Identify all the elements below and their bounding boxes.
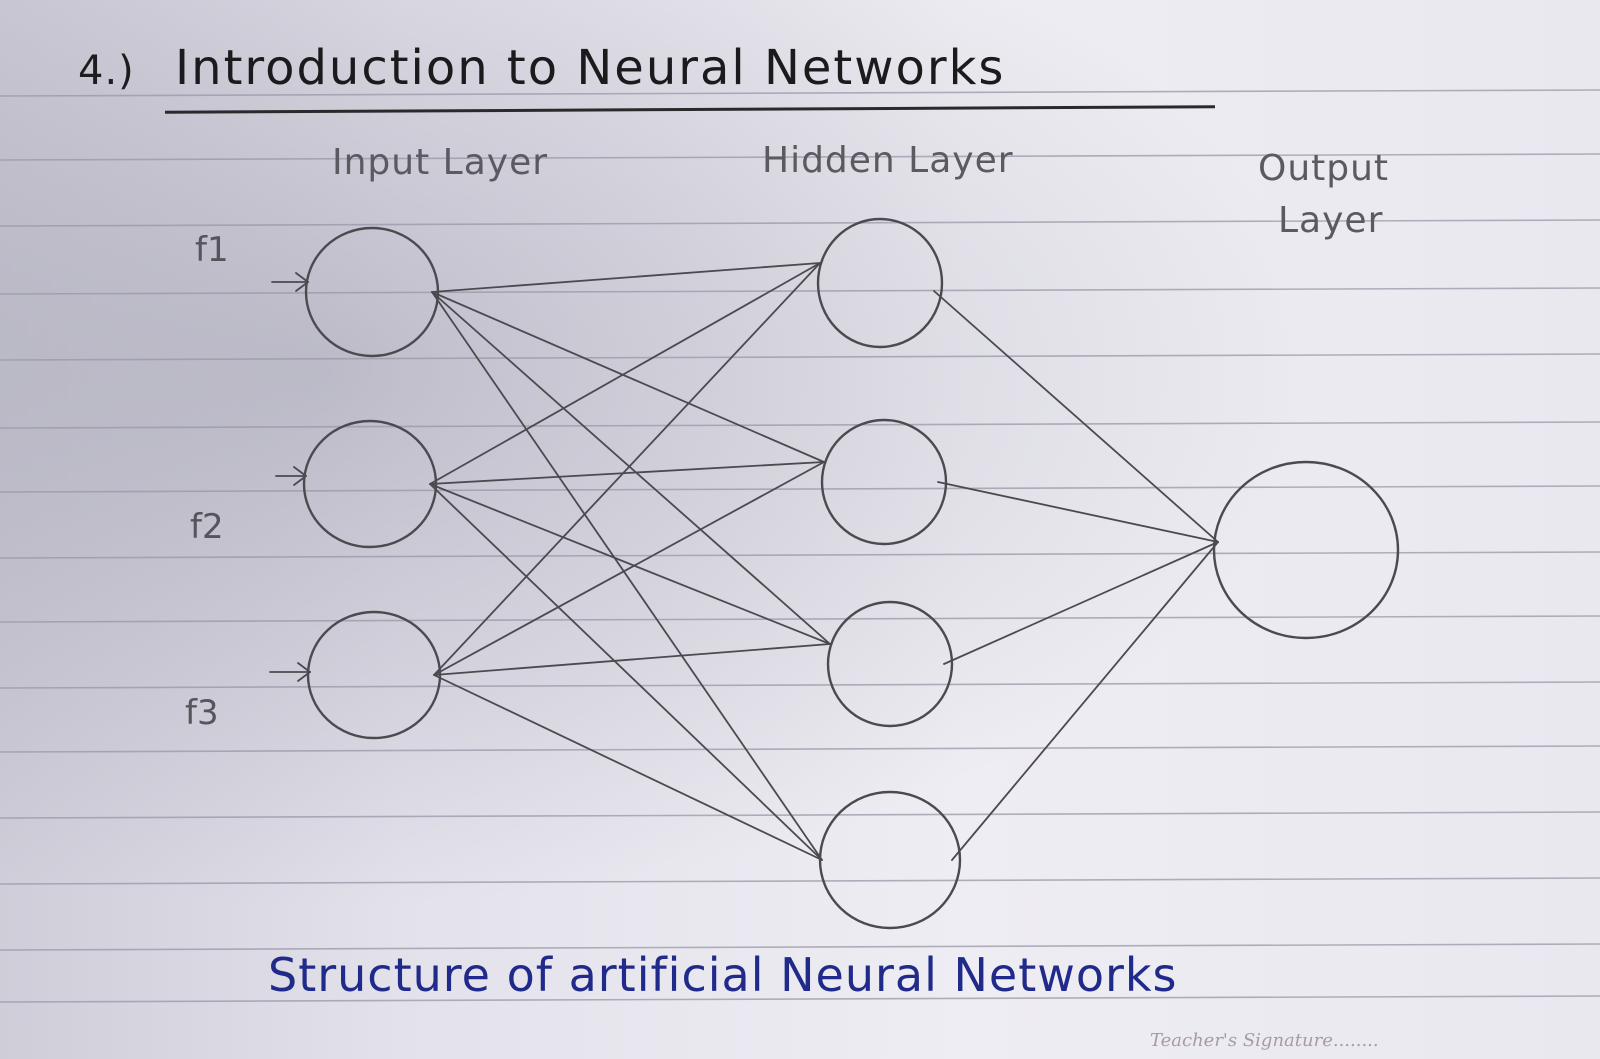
teacher-signature-label: Teacher's Signature........ [1150, 1030, 1379, 1051]
connection-hidden4-output [951, 541, 1219, 861]
connection-hidden2-output [937, 481, 1219, 543]
connection-input2-hidden3 [429, 483, 831, 645]
diagram-caption: Structure of artificial Neural Networks [268, 948, 1178, 1002]
input-node-3 [306, 610, 442, 740]
notebook-page: 4.) Introduction to Neural Networks Inpu… [0, 0, 1600, 1059]
input-node-1 [304, 226, 440, 358]
hidden-node-3 [826, 600, 954, 728]
neural-network-diagram [269, 217, 1400, 930]
connection-input3-hidden2 [433, 461, 825, 676]
connection-input3-hidden1 [433, 262, 821, 676]
hidden-node-2 [820, 418, 948, 546]
connection-hidden3-output [943, 541, 1219, 665]
connection-input3-hidden4 [433, 674, 823, 861]
connection-hidden1-output [933, 290, 1219, 543]
connection-input1-hidden1 [431, 262, 821, 293]
hidden-node-1 [816, 217, 944, 349]
connection-input1-hidden3 [431, 291, 831, 645]
input-node-2 [302, 419, 438, 549]
hidden-node-4 [818, 790, 962, 930]
output-node [1212, 460, 1400, 640]
connection-input3-hidden3 [433, 643, 831, 676]
connection-input2-hidden4 [429, 483, 823, 861]
